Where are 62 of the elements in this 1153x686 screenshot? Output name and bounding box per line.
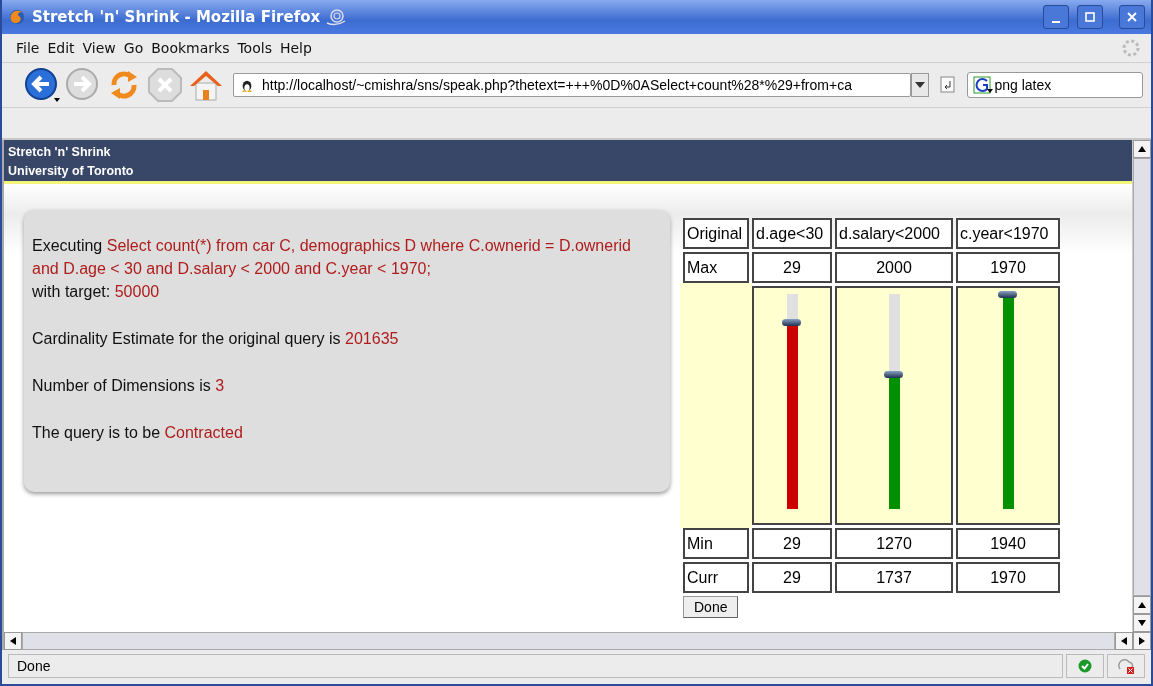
column-header: c.year<1970 bbox=[956, 218, 1060, 249]
up-arrow-icon bbox=[1138, 146, 1146, 152]
menu-item[interactable]: View bbox=[78, 40, 120, 56]
table-cell: 29 bbox=[752, 528, 832, 559]
down-arrow-icon bbox=[1138, 620, 1146, 626]
site-title: Stretch 'n' Shrink bbox=[8, 144, 111, 161]
site-subtitle: University of Toronto bbox=[8, 163, 134, 180]
menu-item[interactable]: Go bbox=[119, 40, 148, 56]
table-cell: Max bbox=[683, 252, 749, 283]
menu-item[interactable]: File bbox=[12, 40, 44, 56]
maximize-button[interactable] bbox=[1077, 5, 1103, 29]
slider-thumb[interactable] bbox=[781, 318, 801, 326]
info-text: Number of Dimensions is 3 bbox=[32, 376, 226, 396]
search-engine-icon bbox=[973, 76, 994, 94]
table-cell: Original bbox=[683, 218, 749, 249]
column-header: d.age<30 bbox=[752, 218, 832, 249]
table-cell: 1940 bbox=[956, 528, 1060, 559]
up-arrow-icon bbox=[1138, 602, 1146, 608]
close-icon bbox=[1126, 11, 1138, 23]
info-text: Executing Select count(*) from car C, demographics D where C.ownerid = D.ownerid and D.age < 30 and D.salary < 2000 and C.year < 1970; bbox=[32, 236, 632, 279]
search-field[interactable]: png latex bbox=[967, 72, 1143, 98]
left-arrow-icon bbox=[10, 637, 16, 645]
info-text: The query is to be Contracted bbox=[32, 423, 244, 443]
info-text: Cardinality Estimate for the original query is 201635 bbox=[32, 329, 400, 349]
column-header: d.salary<2000 bbox=[835, 218, 953, 249]
menu-item[interactable]: Edit bbox=[43, 40, 79, 56]
table-cell: 29 bbox=[752, 562, 832, 593]
menu-item[interactable]: Help bbox=[275, 40, 316, 56]
right-arrow-icon bbox=[1139, 637, 1145, 645]
table-cell: 1270 bbox=[835, 528, 953, 559]
menu-item[interactable]: Tools bbox=[233, 40, 276, 56]
back-button[interactable] bbox=[24, 67, 60, 103]
window-title: Stretch 'n' Shrink - Mozilla Firefox bbox=[32, 8, 321, 26]
menu-item[interactable]: Bookmarks bbox=[147, 40, 234, 56]
close-button[interactable] bbox=[1119, 5, 1145, 29]
table-cell: 1970 bbox=[956, 562, 1060, 593]
table-cell: 1970 bbox=[956, 252, 1060, 283]
swirl-icon bbox=[326, 7, 347, 27]
status-text: Done bbox=[8, 654, 1063, 678]
table-cell: 29 bbox=[752, 252, 832, 283]
table-cell: 2000 bbox=[835, 252, 953, 283]
caret-icon bbox=[915, 82, 926, 88]
table-cell: Min bbox=[683, 528, 749, 559]
dropdown-button[interactable] bbox=[911, 73, 930, 97]
go-button[interactable] bbox=[940, 76, 957, 94]
table-cell: 1737 bbox=[835, 562, 953, 593]
slider-thumb[interactable] bbox=[997, 291, 1017, 298]
vertical-scrollbar[interactable] bbox=[1132, 140, 1151, 632]
horizontal-scrollbar[interactable] bbox=[2, 632, 1151, 650]
minimize-icon bbox=[1052, 21, 1060, 23]
maximize-icon bbox=[1084, 11, 1096, 23]
address-field[interactable]: http://localhost/~cmishra/sns/speak.php?thetext=+++%0D%0ASelect+count%28*%29+from+ca bbox=[233, 73, 912, 97]
minimize-button[interactable] bbox=[1043, 5, 1069, 29]
table-cell: Curr bbox=[683, 562, 749, 593]
left-arrow-icon bbox=[1121, 637, 1127, 645]
check-icon bbox=[1078, 659, 1092, 673]
done-button[interactable]: Done bbox=[683, 596, 739, 618]
info-text: with target: 50000 bbox=[32, 282, 161, 302]
throbber-icon bbox=[1121, 38, 1141, 58]
slider-thumb[interactable] bbox=[883, 370, 903, 378]
blocked-icon bbox=[1117, 657, 1135, 675]
browser-logo-icon bbox=[8, 8, 26, 26]
